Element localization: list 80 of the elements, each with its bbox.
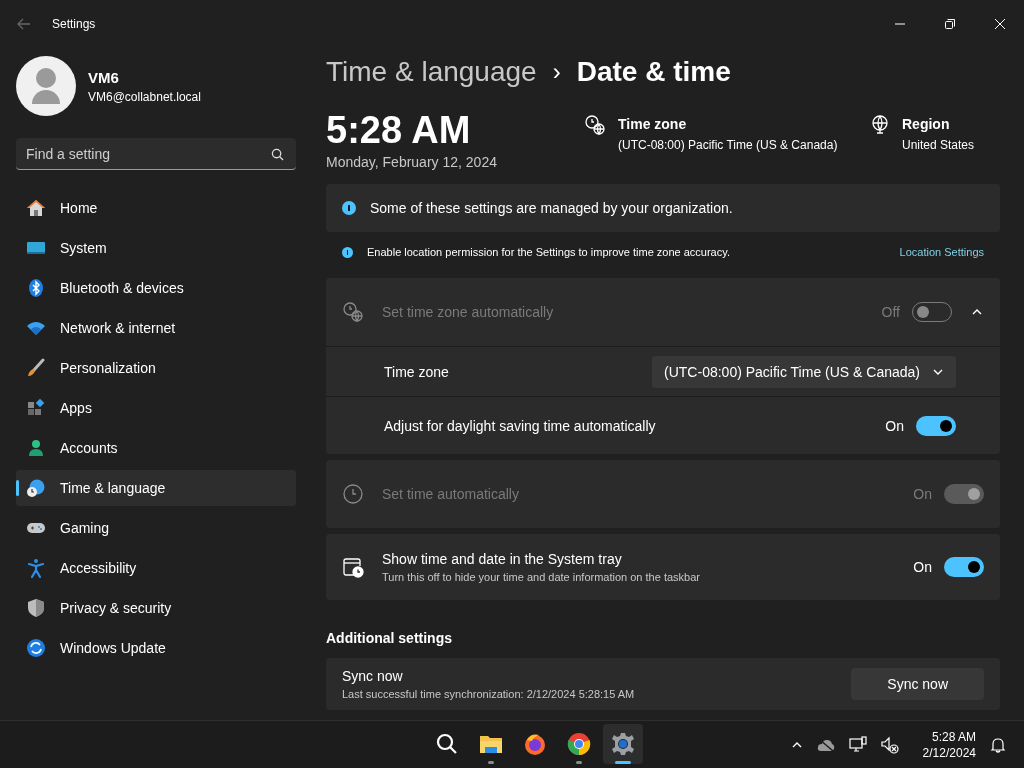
nav-item[interactable]: Accessibility	[16, 550, 296, 586]
search-icon	[271, 148, 284, 161]
running-indicator	[488, 761, 494, 764]
nav-item[interactable]: Time & language	[16, 470, 296, 506]
sync-now-button[interactable]: Sync now	[851, 668, 984, 700]
globe-clock-icon	[26, 478, 46, 498]
setting-label: Set time zone automatically	[382, 303, 555, 322]
setting-description: Turn this off to hide your time and date information on the taskbar	[382, 569, 701, 585]
setting-label: Adjust for daylight saving time automatically	[384, 416, 657, 436]
brush-icon	[26, 358, 46, 378]
toggle-switch[interactable]	[944, 557, 984, 577]
cloud-off-icon[interactable]	[816, 737, 835, 752]
info-text: Some of these settings are managed by your organization.	[370, 199, 733, 218]
info-icon	[342, 246, 353, 258]
user-name: VM6	[88, 67, 120, 88]
running-indicator	[576, 761, 582, 764]
clock-globe-icon	[342, 301, 364, 323]
selection-indicator	[16, 480, 19, 496]
location-settings-link[interactable]: Location Settings	[899, 243, 984, 261]
summary-value: United States	[902, 137, 975, 153]
toggle-status: On	[913, 485, 932, 504]
nav-item[interactable]: Network & internet	[16, 310, 296, 346]
current-date: Monday, February 12, 2024	[326, 153, 498, 172]
nav-item[interactable]: Personalization	[16, 350, 296, 386]
running-indicator	[615, 761, 631, 764]
summary-title: Time zone	[618, 115, 688, 134]
accessibility-icon	[26, 558, 46, 578]
user-email: VM6@collabnet.local	[88, 89, 201, 106]
nav-item[interactable]: Privacy & security	[16, 590, 296, 626]
back-arrow-icon[interactable]	[16, 16, 32, 32]
gear-icon	[611, 732, 635, 756]
nav-item[interactable]: System	[16, 230, 296, 266]
window-title: Settings	[52, 16, 96, 32]
clock-globe-icon	[584, 114, 606, 136]
search-field[interactable]: Find a setting	[16, 138, 296, 170]
clock-icon	[342, 483, 364, 505]
refresh-icon	[26, 638, 46, 658]
setting-label: Show time and date in the System tray	[382, 549, 623, 569]
toggle-status: Off	[881, 303, 900, 322]
fox-globe-icon	[523, 732, 547, 756]
calendar-clock-icon	[342, 556, 364, 578]
shield-icon	[26, 598, 46, 618]
nav-item[interactable]: Home	[16, 190, 296, 226]
toggle-status: On	[885, 416, 904, 436]
breadcrumb-separator: ›	[552, 57, 561, 87]
toggle-status: On	[913, 558, 932, 577]
section-heading: Additional settings	[326, 629, 453, 648]
nav-item[interactable]: Apps	[16, 390, 296, 426]
folder-icon	[479, 733, 503, 755]
breadcrumb-link[interactable]: Time & language	[326, 51, 537, 93]
summary-title: Region	[902, 115, 951, 134]
nav-item[interactable]: Bluetooth & devices	[16, 270, 296, 306]
nav-item[interactable]: Windows Update	[16, 630, 296, 666]
summary-value: (UTC-08:00) Pacific Time (US & Canada)	[618, 137, 838, 153]
avatar	[16, 56, 76, 116]
taskbar-app[interactable]	[603, 724, 643, 764]
setting-label: Time zone	[384, 362, 450, 382]
globe-icon	[870, 114, 890, 134]
maximize-icon[interactable]	[945, 19, 955, 29]
apps-icon	[26, 398, 46, 418]
search-icon	[435, 732, 459, 756]
info-icon	[342, 201, 356, 215]
taskbar-time: 5:28 AM	[931, 728, 976, 745]
setting-description: Last successful time synchronization: 2/12/2024 5:28:15 AM	[342, 686, 636, 702]
close-icon[interactable]	[995, 19, 1005, 29]
taskbar-date: 2/12/2024	[922, 744, 976, 761]
bell-icon[interactable]	[990, 736, 1006, 753]
current-time: 5:28 AM	[326, 108, 472, 152]
house-icon	[26, 198, 46, 218]
monitor-icon[interactable]	[848, 735, 867, 754]
nav-item[interactable]: Accounts	[16, 430, 296, 466]
speaker-muted-icon[interactable]	[880, 735, 899, 754]
location-notice: Enable location permission for the Settings to improve time zone accuracy.	[367, 244, 731, 260]
setting-label: Set time automatically	[382, 485, 520, 504]
setting-label: Sync now	[342, 666, 404, 686]
page-title: Date & time	[576, 55, 731, 89]
bluetooth-icon	[26, 278, 46, 298]
nav-item[interactable]: Gaming	[16, 510, 296, 546]
person-icon	[26, 438, 46, 458]
browser-icon	[567, 732, 591, 756]
